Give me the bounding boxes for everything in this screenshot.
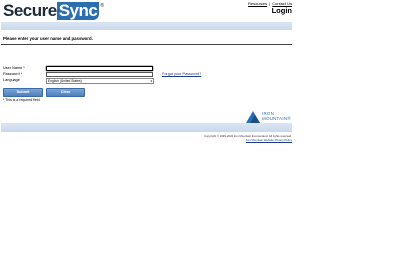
password-input[interactable]	[46, 71, 153, 77]
logo-text-secure: Secure	[3, 1, 57, 20]
submit-button[interactable]: Submit	[3, 88, 43, 97]
language-select-value: English (United States)	[48, 78, 82, 83]
resources-link[interactable]: Resources	[248, 1, 267, 6]
footer-bar	[1, 123, 292, 132]
password-label: Password *	[3, 72, 23, 76]
chevron-down-icon: ▾	[150, 78, 152, 83]
page-title: Login	[271, 6, 292, 15]
securesync-logo: Secure Sync ®	[3, 2, 104, 22]
iron-mountain-logo: IRON MOUNTAIN®	[246, 110, 291, 123]
language-select[interactable]: English (United States) ▾	[46, 77, 154, 84]
header-bar	[1, 22, 292, 30]
brand-line-2: MOUNTAIN®	[262, 115, 291, 121]
logo-trademark: ®	[100, 3, 105, 9]
username-input[interactable]	[46, 65, 153, 71]
footer-links-text[interactable]: Iron Mountain Website Privacy Policy	[246, 138, 292, 142]
footer-links[interactable]: Iron Mountain Website Privacy Policy	[246, 138, 292, 142]
username-label: User Name *	[3, 66, 25, 70]
forgot-password-link[interactable]: Forgot your Password?	[162, 72, 201, 76]
required-field-note: * This is a required field.	[3, 98, 41, 102]
language-label: Language	[3, 78, 20, 82]
logo-text-sync: Sync	[56, 1, 100, 20]
clear-button[interactable]: Clear	[46, 88, 85, 97]
instructions-text: Please enter your user name and password…	[3, 36, 93, 41]
mountain-icon	[246, 110, 260, 123]
divider	[1, 44, 292, 45]
